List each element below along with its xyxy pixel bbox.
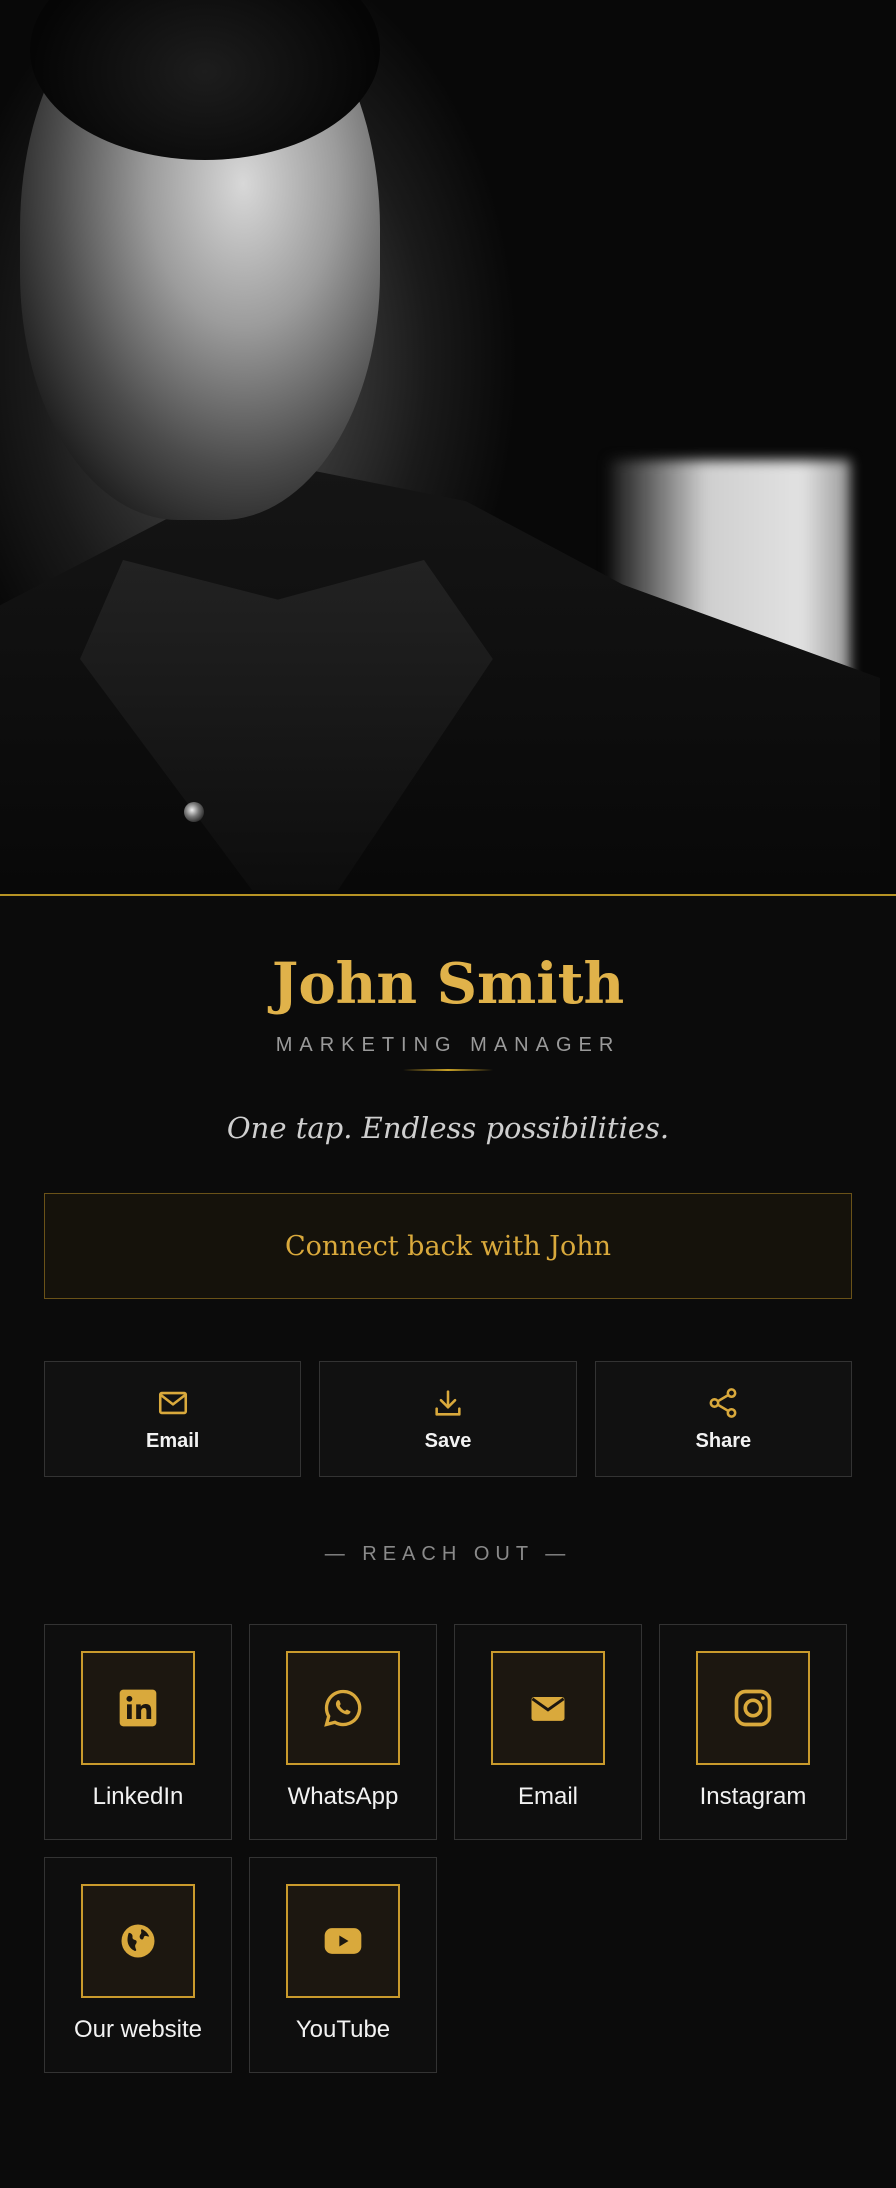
save-contact-button[interactable]: Save (319, 1361, 577, 1478)
linkedin-icon (119, 1690, 157, 1727)
tile-label: Email (517, 1783, 578, 1811)
tile-icon-box (286, 1651, 400, 1766)
action-label: Save (424, 1429, 472, 1452)
download-icon (435, 1390, 461, 1416)
link-tile-whatsapp[interactable]: WhatsApp (249, 1624, 437, 1841)
link-tile-linkedin[interactable]: LinkedIn (44, 1624, 232, 1841)
email-action-button[interactable]: Email (44, 1361, 302, 1478)
profile-name: John Smith (271, 951, 625, 1017)
profile-tagline: One tap. Endless possibilities. (226, 1111, 670, 1146)
action-label: Email (145, 1429, 200, 1452)
title-underline (403, 1069, 493, 1072)
profile-photo (0, 0, 896, 894)
profile-section: John Smith MARKETING MANAGER One tap. En… (0, 896, 896, 1146)
link-tile-instagram[interactable]: Instagram (659, 1624, 847, 1841)
youtube-icon (324, 1928, 362, 1955)
link-tile-youtube[interactable]: YouTube (249, 1857, 437, 2074)
tile-icon-box (81, 1884, 195, 1999)
instagram-icon (734, 1690, 772, 1727)
shirt-button (184, 802, 204, 822)
connect-back-button[interactable]: Connect back with John (44, 1193, 852, 1300)
tile-label: Our website (73, 2016, 203, 2044)
whatsapp-icon (324, 1690, 362, 1728)
mail-outline-icon (158, 1391, 187, 1415)
reach-out-heading: — REACH OUT — (324, 1543, 572, 1566)
globe-icon (121, 1924, 155, 1958)
divider-gold (0, 894, 896, 896)
mail-icon (531, 1697, 565, 1722)
share-button[interactable]: Share (594, 1361, 852, 1478)
link-tile-website[interactable]: Our website (44, 1857, 232, 2074)
action-label: Share (695, 1429, 752, 1452)
tile-label: LinkedIn (92, 1783, 184, 1811)
tile-icon-box (491, 1651, 605, 1766)
tile-label: Instagram (699, 1783, 807, 1811)
link-tile-email[interactable]: Email (454, 1624, 642, 1841)
tile-icon-box (286, 1884, 400, 1999)
share-icon (709, 1388, 737, 1418)
tile-icon-box (81, 1651, 195, 1766)
tile-label: YouTube (295, 2016, 391, 2044)
profile-title: MARKETING MANAGER (275, 1034, 621, 1057)
action-row: Email Save Share (44, 1361, 852, 1478)
links-grid: LinkedIn WhatsApp Email Instagram Our we… (44, 1624, 852, 2074)
tile-label: WhatsApp (287, 1783, 399, 1811)
tile-icon-box (696, 1651, 810, 1766)
